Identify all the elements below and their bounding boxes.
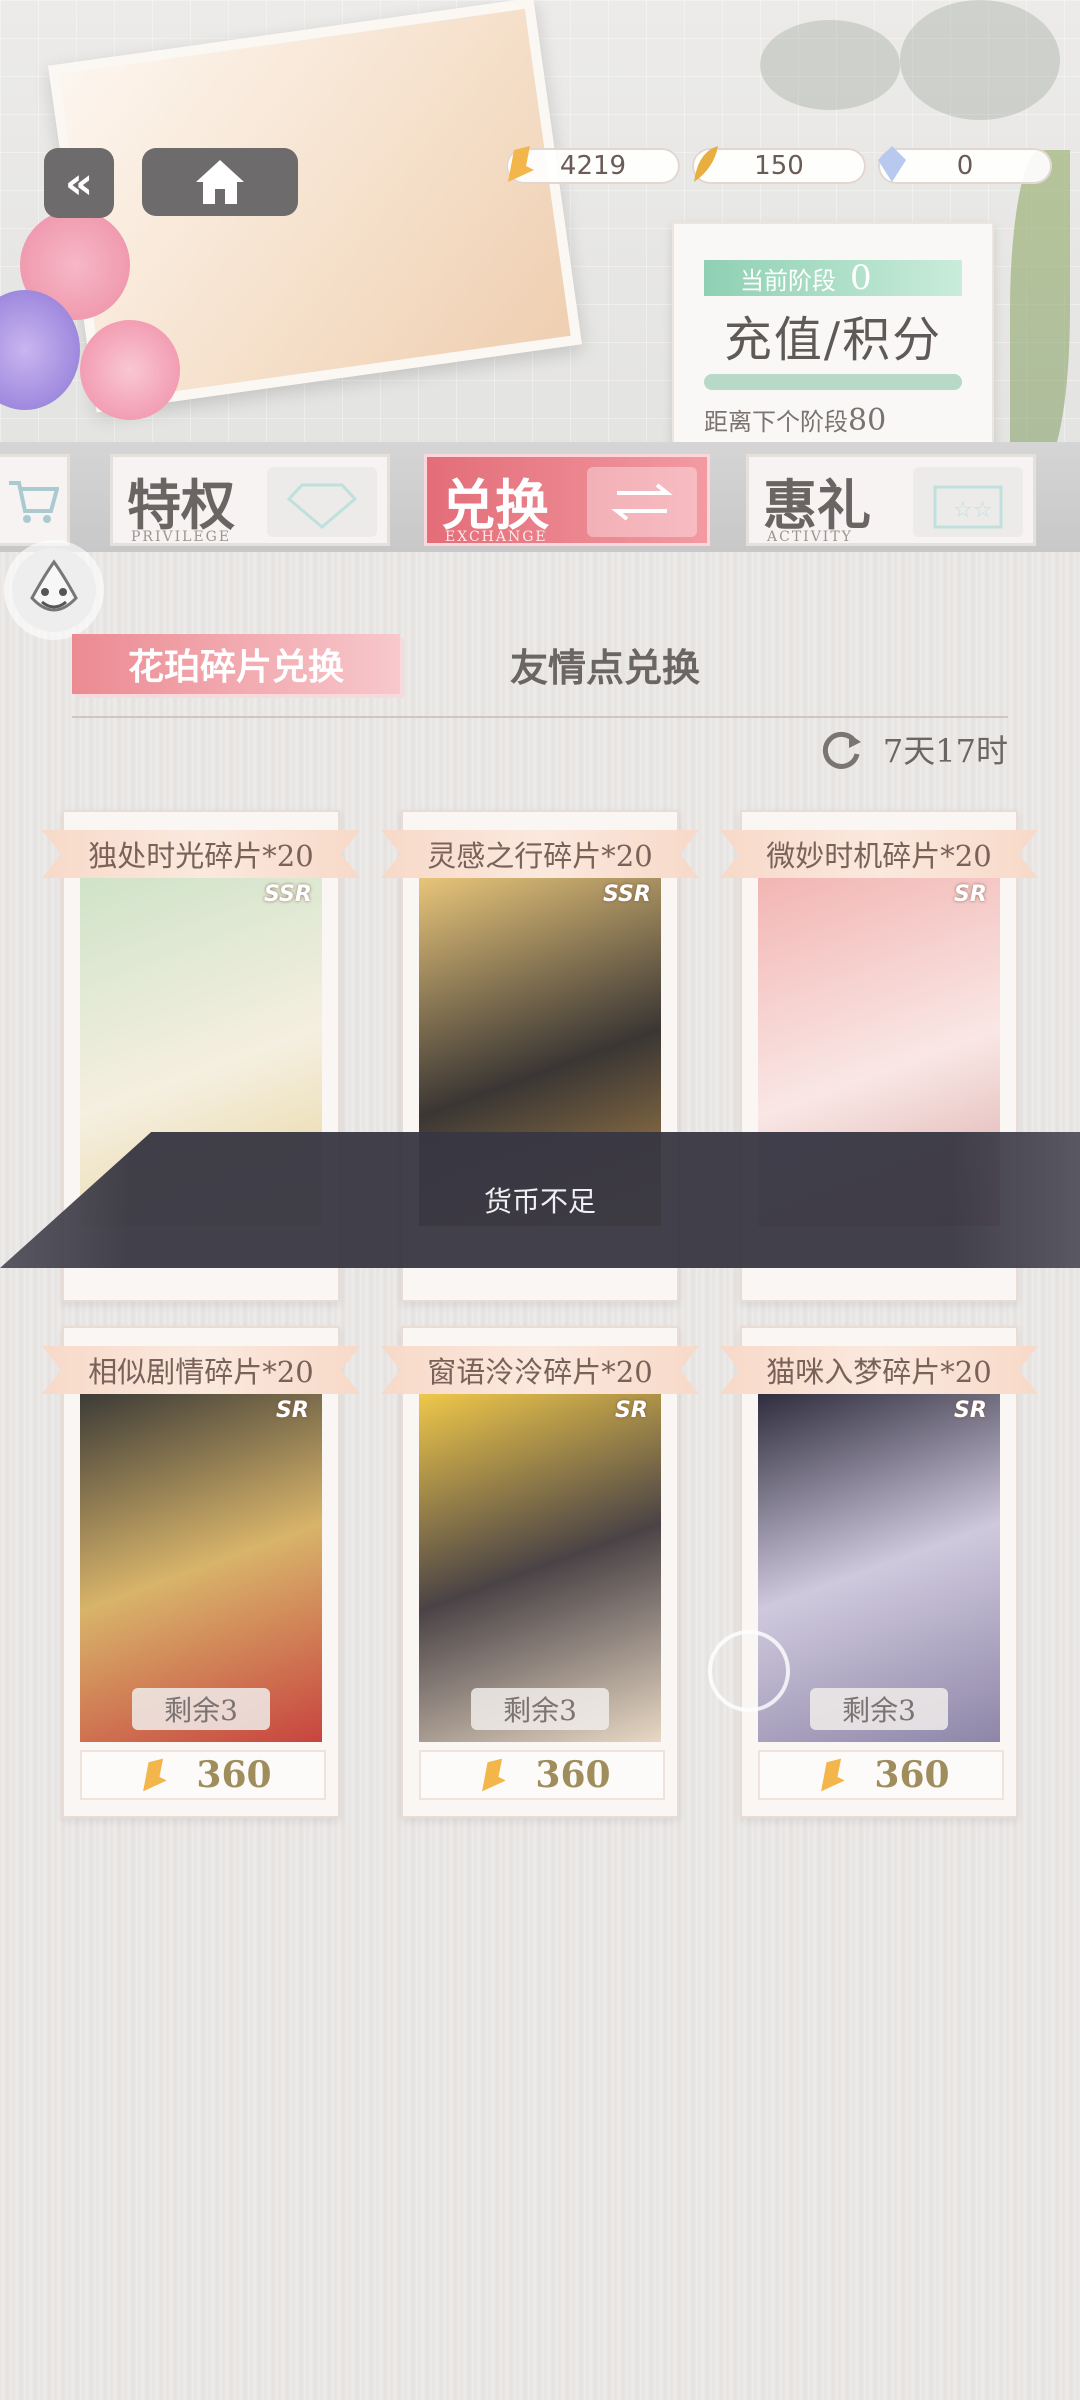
rarity-badge: SR <box>615 1398 648 1423</box>
tab-sublabel: ACTIVITY <box>767 529 853 545</box>
stage-tag: 当前阶段 0 <box>704 258 962 298</box>
touch-indicator <box>708 1630 790 1712</box>
tab-exchange[interactable]: 兑换 EXCHANGE <box>424 454 710 546</box>
card-title: 微妙时机碎片*20 <box>720 830 1038 878</box>
card-title: 独处时光碎片*20 <box>42 830 360 878</box>
price-button[interactable]: 360 <box>758 1750 1004 1800</box>
currency-value: 150 <box>754 151 804 181</box>
exchange-card[interactable]: 剩余3 窗语泠泠碎片*20 SR 360 <box>381 1326 699 1818</box>
rarity-badge: SR <box>954 882 987 907</box>
card-art: 剩余3 <box>80 1392 322 1742</box>
leaf-shadow <box>760 20 900 110</box>
price-button[interactable]: 360 <box>419 1750 665 1800</box>
stage-progress-bar <box>704 374 962 390</box>
diamond-icon <box>267 467 377 537</box>
card-art: 剩余3 <box>758 1392 1000 1742</box>
amber-shard-icon <box>143 1758 168 1792</box>
mascot-icon <box>30 559 78 612</box>
price-button[interactable]: 360 <box>80 1750 326 1800</box>
refresh-timer: 7天17时 <box>815 726 1008 772</box>
swap-arrows-icon <box>587 467 697 537</box>
divider <box>72 716 1008 718</box>
stage-label: 当前阶段 <box>740 266 836 295</box>
next-stage-value: 80 <box>848 403 887 438</box>
amber-shard-icon <box>482 1758 507 1792</box>
amber-shard-icon <box>508 146 534 182</box>
rarity-badge: SR <box>954 1398 987 1423</box>
tab-sublabel: PRIVILEGE <box>131 529 232 545</box>
remaining-badge: 剩余3 <box>471 1688 609 1730</box>
refresh-time-text: 7天17时 <box>882 732 1008 770</box>
currency-pill[interactable]: 4219 <box>506 146 680 184</box>
leaf-shadow <box>900 0 1060 120</box>
currency-value: 4219 <box>559 151 627 181</box>
rarity-badge: SSR <box>264 882 312 907</box>
double-chevron-left-icon: « <box>64 157 94 209</box>
card-title: 灵感之行碎片*20 <box>381 830 699 878</box>
card-title: 窗语泠泠碎片*20 <box>381 1346 699 1394</box>
leaf-decoration <box>1010 150 1070 470</box>
toast-message: 货币不足 <box>483 1185 596 1218</box>
card-title: 猫咪入梦碎片*20 <box>720 1346 1038 1394</box>
amber-shard-icon <box>821 1758 846 1792</box>
subtab-friendship-exchange[interactable]: 友情点兑换 <box>500 634 710 694</box>
price-value: 360 <box>535 1754 611 1796</box>
rarity-badge: SSR <box>603 882 651 907</box>
home-button[interactable] <box>142 148 298 216</box>
tab-privilege[interactable]: 特权 PRIVILEGE <box>110 454 390 546</box>
card-title: 相似剧情碎片*20 <box>42 1346 360 1394</box>
mascot-button[interactable] <box>12 548 96 632</box>
home-icon <box>196 160 244 204</box>
currency-pill[interactable]: 150 <box>692 146 866 184</box>
gold-feather-icon <box>694 146 718 182</box>
cart-icon <box>9 481 59 523</box>
exchange-card[interactable]: 剩余3 相似剧情碎片*20 SR 360 <box>42 1326 360 1818</box>
currency-value: 0 <box>956 151 974 181</box>
currency-pill[interactable]: 0 <box>878 146 1052 184</box>
back-button[interactable]: « <box>44 148 114 218</box>
remaining-badge: 剩余3 <box>810 1688 948 1730</box>
svg-text:☆☆: ☆☆ <box>953 498 992 523</box>
remaining-badge: 剩余3 <box>132 1688 270 1730</box>
flower-decoration <box>0 200 200 460</box>
price-value: 360 <box>874 1754 950 1796</box>
tab-sublabel: EXCHANGE <box>445 529 548 545</box>
refresh-icon <box>822 731 861 769</box>
stage-title: 充值/积分 <box>723 312 943 368</box>
price-value: 360 <box>196 1754 272 1796</box>
stage-card[interactable]: 当前阶段 0 充值/积分 距离下个阶段80 <box>672 222 994 458</box>
stage-number: 0 <box>850 258 872 298</box>
tab-shop[interactable] <box>0 454 70 546</box>
gift-stars-icon: ☆☆ <box>913 467 1023 537</box>
crystal-icon <box>878 146 906 182</box>
next-stage-text: 距离下个阶段80 <box>704 403 887 438</box>
card-art: 剩余3 <box>419 1392 661 1742</box>
tab-activity[interactable]: 惠礼 ACTIVITY ☆☆ <box>746 454 1036 546</box>
subtab-amber-exchange[interactable]: 花珀碎片兑换 <box>72 634 400 694</box>
rarity-badge: SR <box>276 1398 309 1423</box>
exchange-card[interactable]: 剩余3 猫咪入梦碎片*20 SR 360 <box>720 1326 1038 1818</box>
